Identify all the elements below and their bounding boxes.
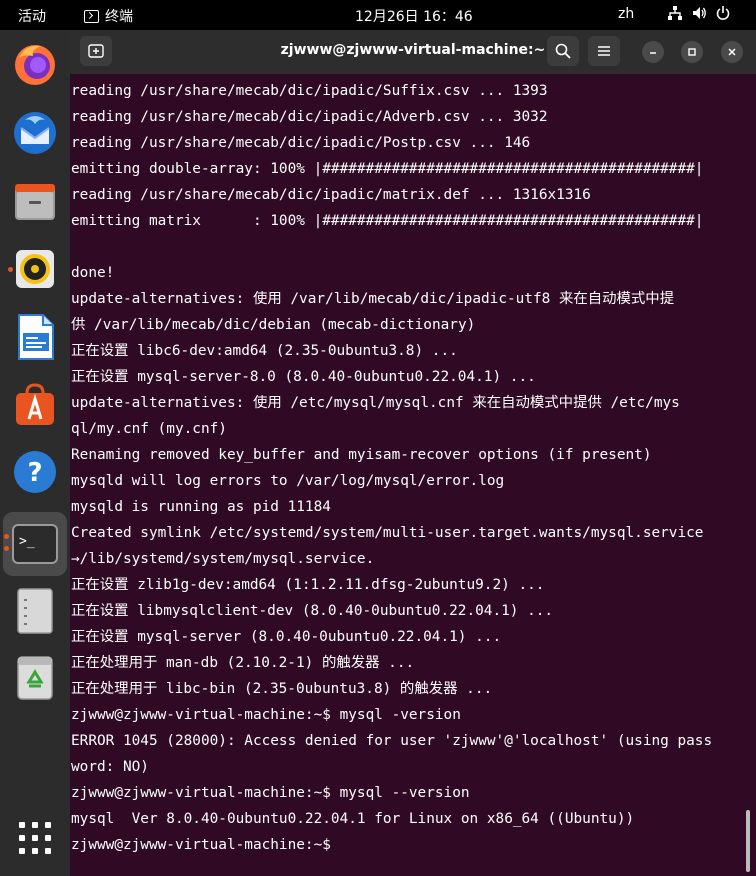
terminal-line: emitting matrix : 100% |################… xyxy=(71,213,704,229)
terminal-line: ql/my.cnf (my.cnf) xyxy=(71,421,227,437)
dock-item-text-editor[interactable] xyxy=(5,581,65,641)
terminal-line: 正在设置 libc6-dev:amd64 (2.35-0ubuntu3.8) .… xyxy=(71,343,458,359)
terminal-line: →/lib/systemd/system/mysql.service. xyxy=(71,551,375,567)
app-center-icon xyxy=(16,383,54,425)
dock-item-thunderbird[interactable] xyxy=(5,102,65,162)
running-indicator xyxy=(8,267,13,272)
running-indicator xyxy=(4,546,9,551)
terminal-line: mysqld will log errors to /var/log/mysql… xyxy=(71,473,505,489)
dock-item-firefox[interactable] xyxy=(5,34,65,94)
volume-icon xyxy=(693,7,706,19)
input-method-indicator[interactable]: zh xyxy=(618,6,634,22)
terminal-line: mysql Ver 8.0.40-0ubuntu0.22.04.1 for Li… xyxy=(71,811,635,827)
menu-button[interactable] xyxy=(588,36,620,66)
dock-item-writer[interactable] xyxy=(5,307,65,367)
terminal-line: reading /usr/share/mecab/dic/ipadic/Post… xyxy=(71,135,531,151)
terminal-line: 正在处理用于 libc-bin (2.35-0ubuntu3.8) 的触发器 .… xyxy=(71,681,493,697)
terminal-line: 正在设置 libmysqlclient-dev (8.0.40-0ubuntu0… xyxy=(71,603,554,619)
terminal-line: mysqld is running as pid 11184 xyxy=(71,499,331,515)
trash-icon xyxy=(17,656,53,700)
maximize-icon xyxy=(688,48,696,56)
header-bar: zjwww@zjwww-virtual-machine:~ xyxy=(70,30,756,74)
terminal-line: 正在设置 mysql-server (8.0.40-0ubuntu0.22.04… xyxy=(71,629,502,645)
dock-item-app-center[interactable] xyxy=(5,374,65,434)
maximize-button[interactable] xyxy=(681,41,703,63)
terminal-line: Renaming removed key_buffer and myisam-r… xyxy=(71,447,652,463)
running-indicator xyxy=(4,534,9,539)
rhythmbox-icon xyxy=(16,250,54,288)
clock[interactable]: 12月26日 16：46 xyxy=(355,6,473,26)
terminal-line: 正在设置 zlib1g-dev:amd64 (1:1.2.11.dfsg-2ub… xyxy=(71,577,545,593)
app-menu-label: 终端 xyxy=(105,9,133,25)
terminal-window: zjwww@zjwww-virtual-machine:~ reading /u… xyxy=(70,30,756,876)
dock: ? >_ xyxy=(0,30,70,876)
terminal-line: zjwww@zjwww-virtual-machine:~$ mysql --v… xyxy=(71,785,470,801)
terminal-small-icon xyxy=(84,9,99,23)
writer-icon xyxy=(18,314,54,360)
network-icon xyxy=(668,6,682,20)
search-button[interactable] xyxy=(547,36,579,66)
terminal-line: Created symlink /etc/systemd/system/mult… xyxy=(71,525,704,541)
close-button[interactable] xyxy=(721,41,743,63)
dock-item-rhythmbox[interactable] xyxy=(5,239,65,299)
dock-item-show-apps[interactable] xyxy=(5,808,65,868)
grid-icon xyxy=(19,822,51,854)
app-menu[interactable]: 终端 xyxy=(84,6,133,26)
terminal-line: zjwww@zjwww-virtual-machine:~$ xyxy=(71,837,340,853)
terminal-line: 供 /var/lib/mecab/dic/debian (mecab-dicti… xyxy=(71,317,476,333)
activities-button[interactable]: 活动 xyxy=(18,6,46,26)
terminal-line: zjwww@zjwww-virtual-machine:~$ mysql -ve… xyxy=(71,707,461,723)
dock-item-files[interactable] xyxy=(5,171,65,231)
terminal-line: 正在处理用于 man-db (2.10.2-1) 的触发器 ... xyxy=(71,655,415,671)
power-icon xyxy=(716,6,730,20)
terminal-output[interactable]: reading /usr/share/mecab/dic/ipadic/Suff… xyxy=(71,78,751,858)
svg-text:?: ? xyxy=(27,458,42,488)
system-menu[interactable] xyxy=(667,5,731,21)
help-icon: ? xyxy=(14,451,56,493)
svg-text:>_: >_ xyxy=(19,534,35,549)
scrollbar[interactable] xyxy=(746,810,750,872)
terminal-line: reading /usr/share/mecab/dic/ipadic/Adve… xyxy=(71,109,548,125)
dock-item-trash[interactable] xyxy=(5,648,65,708)
terminal-line: done! xyxy=(71,265,115,281)
minimize-icon xyxy=(650,52,656,54)
terminal-line: 正在设置 mysql-server-8.0 (8.0.40-0ubuntu0.2… xyxy=(71,369,536,385)
terminal-line: emitting double-array: 100% |###########… xyxy=(71,161,704,177)
files-icon xyxy=(15,184,55,220)
dock-item-terminal[interactable]: >_ xyxy=(3,512,67,576)
text-editor-icon xyxy=(17,588,53,634)
terminal-line: ERROR 1045 (28000): Access denied for us… xyxy=(71,733,713,749)
thunderbird-icon xyxy=(14,112,56,154)
close-icon xyxy=(728,48,736,56)
top-bar: 活动 终端 12月26日 16：46 zh xyxy=(0,0,756,30)
minimize-button[interactable] xyxy=(642,41,664,63)
terminal-line: update-alternatives: 使用 /var/lib/mecab/d… xyxy=(71,291,675,307)
terminal-line: update-alternatives: 使用 /etc/mysql/mysql… xyxy=(71,395,680,411)
firefox-icon xyxy=(15,45,55,85)
search-icon xyxy=(555,43,571,59)
hamburger-icon xyxy=(598,46,610,56)
dock-item-help[interactable]: ? xyxy=(5,442,65,502)
terminal-icon: >_ xyxy=(12,524,58,564)
terminal-line: reading /usr/share/mecab/dic/ipadic/Suff… xyxy=(71,83,548,99)
terminal-line: word: NO) xyxy=(71,759,149,775)
terminal-line: reading /usr/share/mecab/dic/ipadic/matr… xyxy=(71,187,591,203)
